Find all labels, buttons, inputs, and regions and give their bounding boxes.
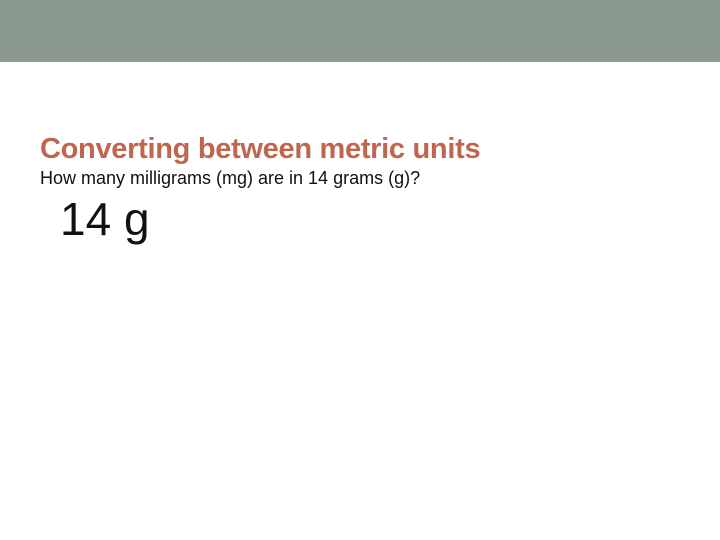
title-bar [0, 0, 720, 62]
starting-quantity: 14 g [60, 195, 680, 243]
slide-heading: Converting between metric units [40, 134, 680, 166]
slide-question: How many milligrams (mg) are in 14 grams… [40, 168, 680, 189]
slide-body: Converting between metric units How many… [0, 62, 720, 243]
